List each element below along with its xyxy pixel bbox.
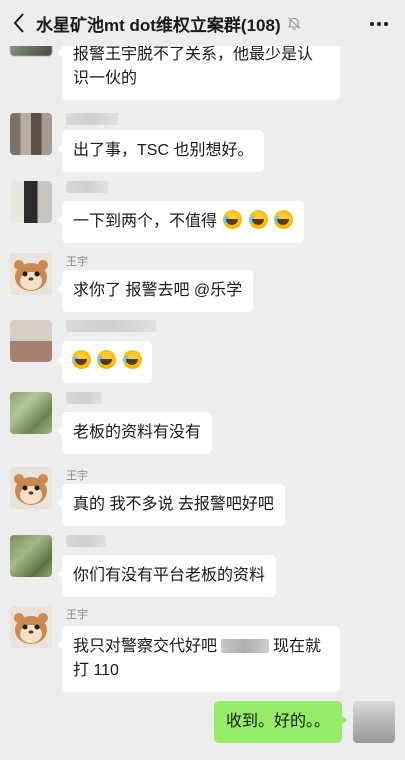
my-avatar[interactable] xyxy=(353,701,395,743)
message-text: 出了事，TSC 也别想好。 xyxy=(73,142,254,159)
message-text: 识一伙的 xyxy=(73,70,138,87)
more-dots-icon xyxy=(370,22,388,26)
back-button[interactable] xyxy=(4,0,34,46)
message-text: 打 110 xyxy=(73,662,119,679)
message-bubble[interactable]: 出了事，TSC 也别想好。 xyxy=(56,130,265,172)
sender-name: 王宇 xyxy=(66,470,88,482)
message-text: 一下到两个，不值得 xyxy=(73,213,218,230)
sender-name-blurred xyxy=(66,535,106,547)
message-text: 求你了 报警去吧 @乐学 xyxy=(73,282,243,299)
chat-header: 水星矿池mt dot维权立案群(108) xyxy=(0,0,405,46)
message-text: 我只对警察交代好吧 xyxy=(73,638,218,655)
message-text: 真的 我不多说 去报警吧好吧 xyxy=(73,496,274,513)
laugh-cry-emoji-icon xyxy=(97,350,117,369)
message-bubble[interactable] xyxy=(57,341,152,383)
avatar-hamster[interactable] xyxy=(10,253,52,295)
message-bubble[interactable]: 你们有没有平台老板的资料 xyxy=(56,555,277,597)
avatar[interactable] xyxy=(10,181,52,223)
sender-name-blurred xyxy=(66,392,102,404)
more-button[interactable] xyxy=(367,12,391,36)
message-bubble[interactable]: 求你了 报警去吧 @乐学 xyxy=(56,270,254,312)
my-message-bubble[interactable]: 收到。好的。。 xyxy=(213,701,348,743)
sender-name: 王宇 xyxy=(66,609,88,621)
avatar[interactable] xyxy=(10,113,52,155)
avatar[interactable] xyxy=(10,535,52,577)
sender-name-blurred xyxy=(66,181,108,193)
message-text-line: 我只对警察交代好吧 现在就 xyxy=(73,635,329,659)
avatar-hamster[interactable] xyxy=(10,467,52,509)
chat-title: 水星矿池mt dot维权立案群(108) xyxy=(36,15,281,35)
sender-name-blurred xyxy=(66,320,156,332)
laugh-cry-emoji-icon xyxy=(72,350,91,369)
laugh-cry-emoji-icon xyxy=(223,210,243,229)
chevron-left-icon xyxy=(13,13,24,33)
message-bubble[interactable]: 我只对警察交代好吧 现在就 打 110 xyxy=(57,626,340,692)
avatar[interactable] xyxy=(10,392,52,434)
chat-window: 水星矿池mt dot维权立案群(108) 报警王宇脱不了关系，他最少是认 识一伙… xyxy=(0,0,405,760)
laugh-cry-emoji-icon xyxy=(248,210,268,229)
message-bubble[interactable]: 真的 我不多说 去报警吧好吧 xyxy=(57,484,285,526)
message-text: 收到。好的。。 xyxy=(225,713,330,730)
avatar-hamster[interactable] xyxy=(10,606,52,648)
avatar[interactable] xyxy=(10,320,52,362)
message-bubble[interactable]: 一下到两个，不值得 xyxy=(56,201,305,243)
sender-name: 王宇 xyxy=(66,256,88,268)
sender-name-blurred xyxy=(66,113,118,125)
blurred-content xyxy=(221,639,270,653)
message-text: 老板的资料有没有 xyxy=(73,424,202,441)
laugh-cry-emoji-icon xyxy=(122,350,142,369)
message-text: 你们有没有平台老板的资料 xyxy=(73,567,266,584)
message-bubble[interactable]: 老板的资料有没有 xyxy=(56,412,213,454)
laugh-cry-emoji-icon xyxy=(274,210,294,229)
message-text: 现在就 xyxy=(273,638,322,655)
bell-off-icon xyxy=(287,16,301,30)
message-text: 报警王宇脱不了关系，他最少是认 xyxy=(73,46,314,63)
